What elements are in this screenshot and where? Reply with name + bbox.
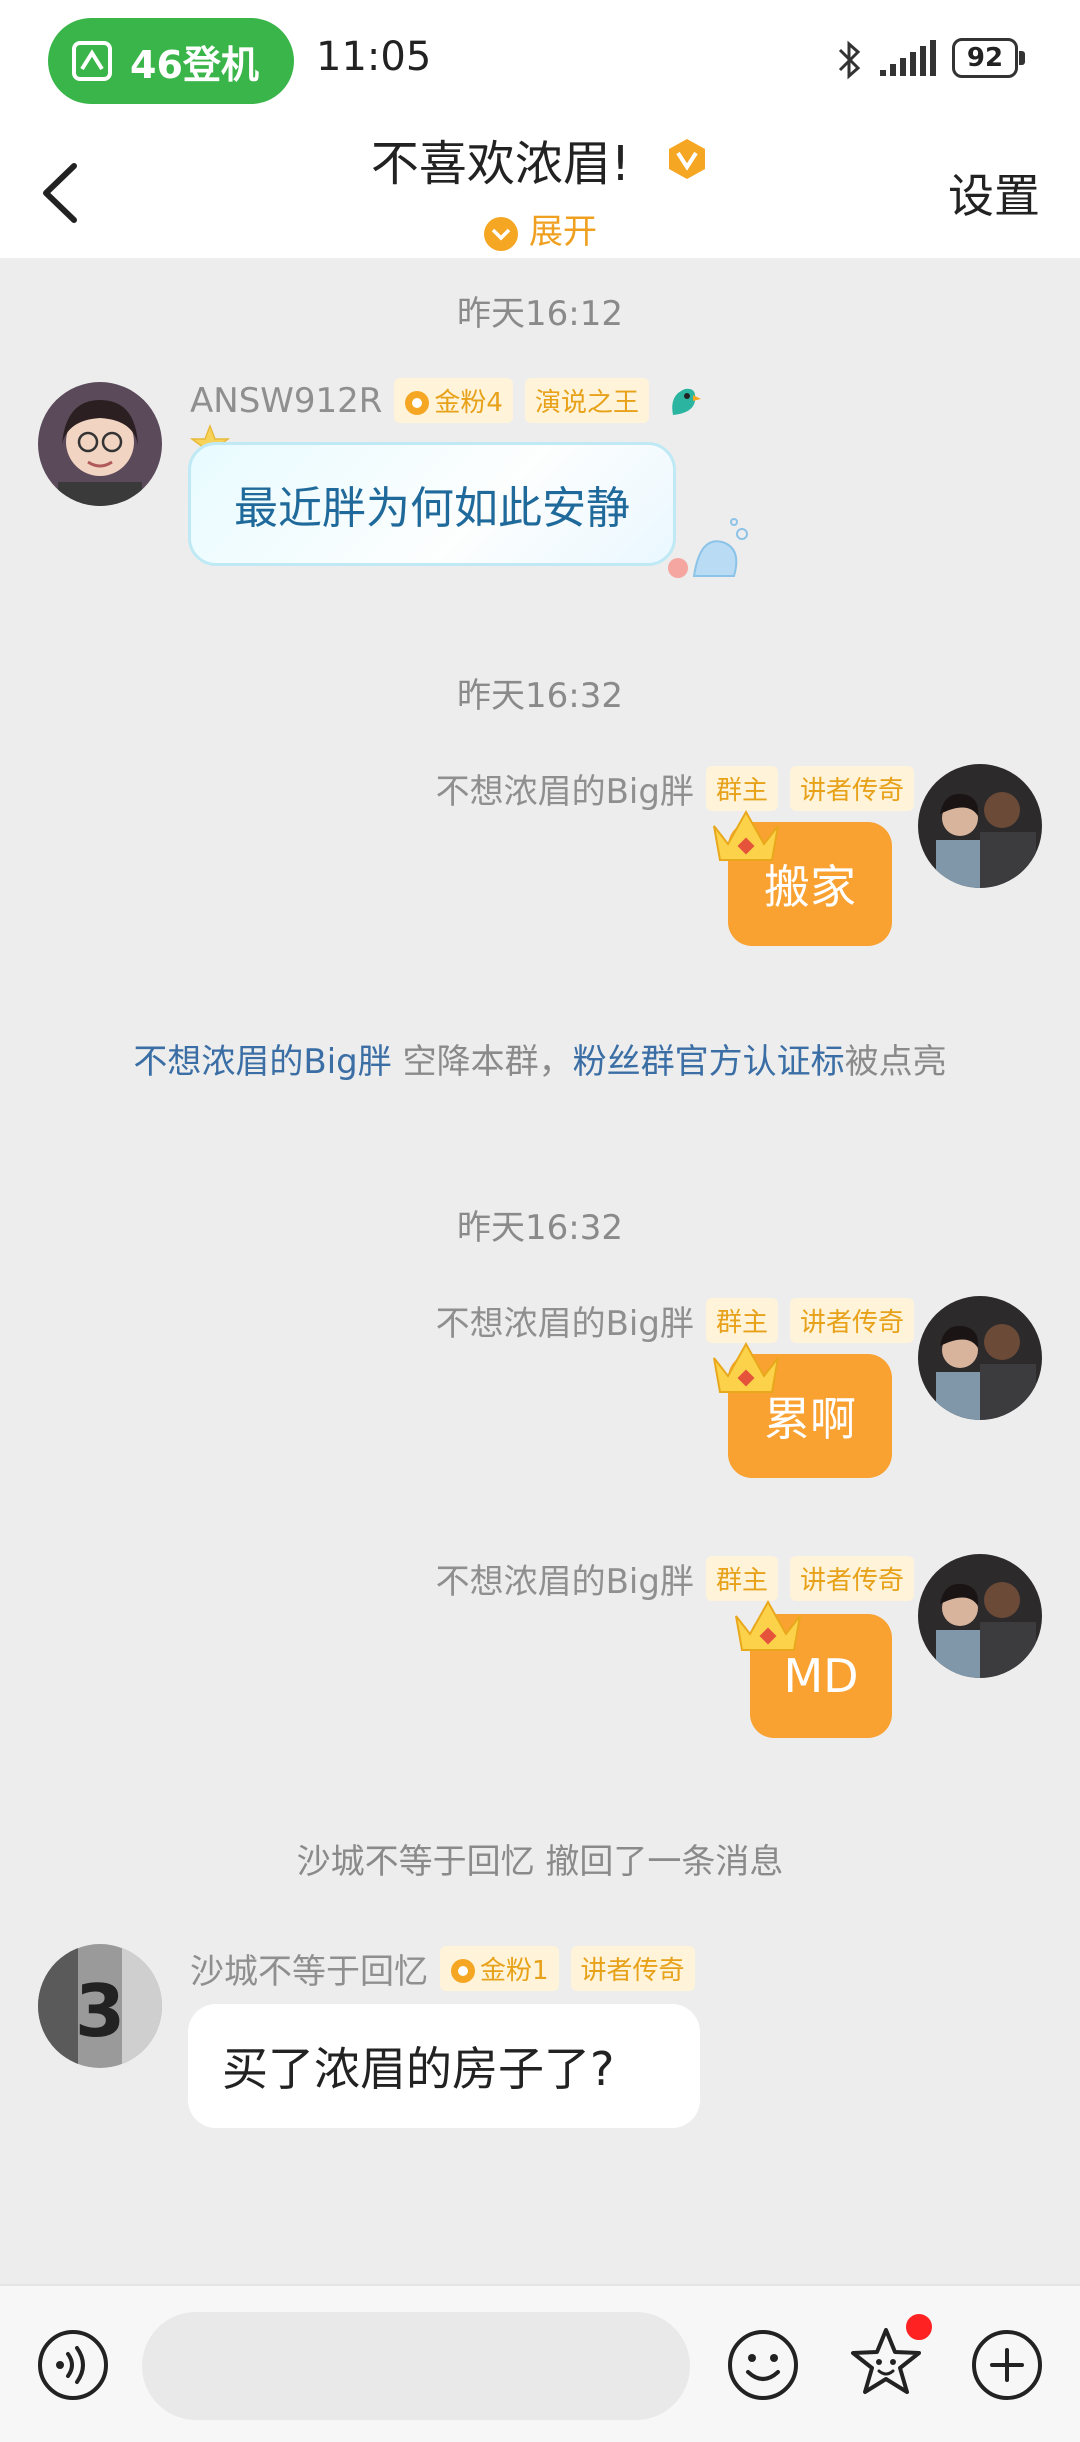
timestamp: 昨天16:32 bbox=[457, 676, 623, 716]
battery-icon: 92 bbox=[952, 38, 1026, 80]
owner-badge: 群主 bbox=[705, 1298, 778, 1343]
title-badge: 讲者传奇 bbox=[789, 1556, 914, 1601]
message-bubble[interactable]: 最近胖为何如此安静 bbox=[188, 442, 676, 566]
clock: 11:05 bbox=[316, 34, 432, 80]
message-input[interactable] bbox=[142, 2312, 690, 2420]
fan-badge: 金粉4 bbox=[394, 378, 513, 423]
title-badge: 讲者传奇 bbox=[789, 766, 914, 811]
owner-badge: 群主 bbox=[705, 1556, 778, 1601]
fan-badge-icon bbox=[405, 391, 430, 415]
system-badge-link[interactable]: 粉丝群官方认证标 bbox=[573, 1042, 845, 1082]
ticket-icon bbox=[72, 41, 112, 81]
sender-name[interactable]: ANSW912R bbox=[190, 381, 382, 421]
recall-notice: 沙城不等于回忆 撤回了一条消息 bbox=[296, 1842, 784, 1882]
title-badge: 演说之王 bbox=[524, 378, 649, 423]
title-badge: 讲者传奇 bbox=[789, 1298, 914, 1343]
plus-icon[interactable] bbox=[970, 2328, 1044, 2402]
title-badge: 讲者传奇 bbox=[570, 1946, 695, 1991]
sender-name[interactable]: 不想浓眉的Big胖 bbox=[436, 1296, 694, 1345]
sender-name[interactable]: 沙城不等于回忆 bbox=[190, 1944, 428, 1993]
input-bar bbox=[0, 2284, 1080, 2442]
sender-row: 不想浓眉的Big胖 群主 讲者传奇 bbox=[436, 1296, 914, 1345]
owner-badge: 群主 bbox=[705, 766, 778, 811]
chat-header: 不喜欢浓眉! 展开 设置 bbox=[0, 118, 1080, 258]
svg-text:3: 3 bbox=[75, 1969, 125, 2053]
sender-name[interactable]: 不想浓眉的Big胖 bbox=[436, 1554, 694, 1603]
chevron-down-icon bbox=[484, 216, 518, 251]
system-message: 不想浓眉的Big胖 空降本群，粉丝群官方认证标被点亮 bbox=[133, 1042, 947, 1082]
fan-badge: 金粉1 bbox=[440, 1946, 559, 1991]
v-badge-icon bbox=[669, 139, 706, 179]
timestamp: 昨天16:32 bbox=[457, 1208, 623, 1248]
avatar[interactable] bbox=[918, 1554, 1042, 1678]
expand-button[interactable]: 展开 bbox=[0, 204, 1080, 253]
notification-dot bbox=[904, 2312, 934, 2342]
sender-row: 不想浓眉的Big胖 群主 讲者传奇 bbox=[436, 1554, 914, 1603]
shell-decor-icon bbox=[668, 518, 748, 578]
crown-icon bbox=[713, 809, 779, 861]
trip-pill[interactable]: 46登机 bbox=[48, 18, 294, 104]
sender-row: 沙城不等于回忆 金粉1 讲者传奇 bbox=[190, 1944, 695, 1993]
battery-level: 92 bbox=[952, 38, 1018, 78]
sender-row: 不想浓眉的Big胖 群主 讲者传奇 bbox=[436, 764, 914, 813]
sender-name[interactable]: 不想浓眉的Big胖 bbox=[436, 764, 694, 813]
crown-icon bbox=[735, 1599, 801, 1651]
timestamp: 昨天16:12 bbox=[457, 294, 623, 334]
status-bar: 46登机 11:05 92 bbox=[0, 0, 1080, 118]
bluetooth-icon bbox=[838, 40, 861, 80]
expand-label: 展开 bbox=[529, 212, 597, 252]
emoji-icon[interactable] bbox=[726, 2328, 800, 2402]
avatar[interactable] bbox=[918, 1296, 1042, 1420]
voice-icon[interactable] bbox=[36, 2328, 110, 2402]
trip-label: 46登机 bbox=[130, 42, 259, 87]
fan-badge-icon bbox=[451, 1959, 475, 1983]
parrot-icon bbox=[672, 388, 701, 415]
system-user-link[interactable]: 不想浓眉的Big胖 bbox=[133, 1042, 391, 1082]
settings-button[interactable]: 设置 bbox=[948, 160, 1040, 226]
page-title: 不喜欢浓眉! bbox=[370, 136, 631, 192]
avatar[interactable]: 3 bbox=[38, 1944, 162, 2068]
avatar[interactable] bbox=[918, 764, 1042, 888]
avatar[interactable] bbox=[38, 382, 162, 506]
message-bubble[interactable]: 买了浓眉的房子了? bbox=[188, 2004, 700, 2128]
crown-icon bbox=[713, 1341, 779, 1393]
signal-icon bbox=[880, 40, 936, 76]
sender-row: ANSW912R 金粉4 演说之王 bbox=[190, 378, 703, 423]
